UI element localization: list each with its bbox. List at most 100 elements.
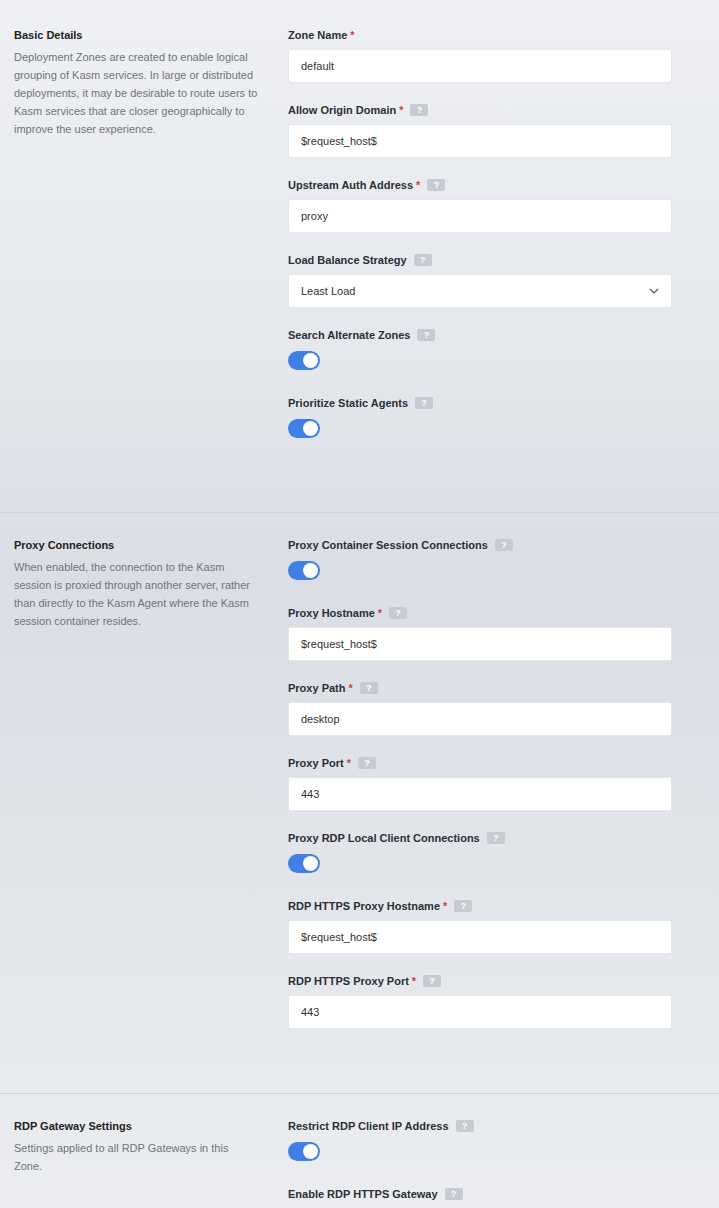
help-badge[interactable]: ? [445, 1188, 463, 1200]
form-field: Proxy RDP Local Client Connections? [288, 831, 672, 873]
help-badge[interactable]: ? [414, 254, 432, 266]
toggle-switch[interactable] [288, 1142, 320, 1161]
field-label: RDP HTTPS Proxy Hostname*? [288, 899, 672, 913]
form-field: Zone Name* [288, 28, 672, 83]
text-input[interactable] [288, 199, 672, 233]
form-field: Search Alternate Zones? [288, 328, 672, 370]
form-field: Upstream Auth Address*? [288, 178, 672, 233]
label-text: Search Alternate Zones [288, 328, 410, 342]
form-field: RDP HTTPS Proxy Port*? [288, 974, 672, 1029]
label-text: Proxy Port [288, 756, 344, 770]
text-input[interactable] [288, 49, 672, 83]
form-field: Load Balance Strategy? Least Load [288, 253, 672, 308]
field-label: Proxy Container Session Connections? [288, 538, 672, 552]
form-field: Enable RDP HTTPS Gateway? [288, 1187, 672, 1208]
section-description: When enabled, the connection to the Kasm… [14, 558, 258, 630]
help-badge[interactable]: ? [417, 329, 435, 341]
help-badge[interactable]: ? [358, 757, 376, 769]
help-badge[interactable]: ? [389, 607, 407, 619]
help-badge[interactable]: ? [415, 397, 433, 409]
toggle-switch[interactable] [288, 419, 320, 438]
form-field: Allow Origin Domain*? [288, 103, 672, 158]
label-text: Proxy Hostname [288, 606, 375, 620]
toggle-knob [303, 1144, 318, 1159]
toggle-switch[interactable] [288, 351, 320, 370]
text-input[interactable] [288, 995, 672, 1029]
toggle-switch[interactable] [288, 561, 320, 580]
toggle-knob [303, 563, 318, 578]
label-text: RDP HTTPS Proxy Hostname [288, 899, 440, 913]
section-intro: RDP Gateway SettingsSettings applied to … [0, 1119, 288, 1208]
label-text: Upstream Auth Address [288, 178, 413, 192]
field-label: Proxy Port*? [288, 756, 672, 770]
toggle-switch[interactable] [288, 854, 320, 873]
section-description: Deployment Zones are created to enable l… [14, 48, 258, 138]
section-fields: Proxy Container Session Connections?Prox… [288, 538, 672, 1049]
toggle-knob [303, 421, 318, 436]
label-text: RDP HTTPS Proxy Port [288, 974, 409, 988]
field-label: Search Alternate Zones? [288, 328, 672, 342]
field-label: Upstream Auth Address*? [288, 178, 672, 192]
help-badge[interactable]: ? [487, 832, 505, 844]
section-title: Proxy Connections [14, 538, 258, 552]
label-text: Proxy Path [288, 681, 345, 695]
section-fields: Zone Name*Allow Origin Domain*?Upstream … [288, 28, 672, 464]
label-text: Zone Name [288, 28, 347, 42]
required-marker: * [348, 681, 352, 695]
form-field: Proxy Hostname*? [288, 606, 672, 661]
text-input[interactable] [288, 124, 672, 158]
help-badge[interactable]: ? [423, 975, 441, 987]
field-label: Proxy RDP Local Client Connections? [288, 831, 672, 845]
help-badge[interactable]: ? [456, 1120, 474, 1132]
field-label: Load Balance Strategy? [288, 253, 672, 267]
text-input[interactable] [288, 777, 672, 811]
text-input[interactable] [288, 920, 672, 954]
form-field: RDP HTTPS Proxy Hostname*? [288, 899, 672, 954]
form-field: Proxy Path*? [288, 681, 672, 736]
label-text: Enable RDP HTTPS Gateway [288, 1187, 438, 1201]
help-badge[interactable]: ? [427, 179, 445, 191]
section-intro: Proxy Connections When enabled, the conne… [0, 538, 288, 1049]
select-dropdown[interactable]: Least Load [288, 274, 672, 308]
form-field: Proxy Container Session Connections? [288, 538, 672, 580]
required-marker: * [378, 606, 382, 620]
field-label: Proxy Hostname*? [288, 606, 672, 620]
required-marker: * [350, 28, 354, 42]
toggle-knob [303, 856, 318, 871]
required-marker: * [443, 899, 447, 913]
help-badge[interactable]: ? [360, 682, 378, 694]
help-badge[interactable]: ? [454, 900, 472, 912]
label-text: Load Balance Strategy [288, 253, 407, 267]
help-badge[interactable]: ? [410, 104, 428, 116]
required-marker: * [412, 974, 416, 988]
field-label: Enable RDP HTTPS Gateway? [288, 1187, 672, 1201]
text-input[interactable] [288, 702, 672, 736]
form-field: Proxy Port*? [288, 756, 672, 811]
label-text: Proxy RDP Local Client Connections [288, 831, 480, 845]
label-text: Proxy Container Session Connections [288, 538, 488, 552]
required-marker: * [347, 756, 351, 770]
chevron-down-icon [649, 288, 659, 294]
text-input[interactable] [288, 627, 672, 661]
field-label: Allow Origin Domain*? [288, 103, 672, 117]
section-title: RDP Gateway Settings [14, 1119, 258, 1133]
zone-settings-page: Basic Details Deployment Zones are create… [0, 0, 719, 1208]
required-marker: * [416, 178, 420, 192]
settings-section: Proxy Connections When enabled, the conne… [0, 513, 719, 1094]
settings-section: Basic Details Deployment Zones are create… [0, 0, 719, 513]
settings-section: RDP Gateway SettingsSettings applied to … [0, 1094, 719, 1208]
toggle-knob [303, 353, 318, 368]
section-title: Basic Details [14, 28, 258, 42]
field-label: Restrict RDP Client IP Address? [288, 1119, 672, 1133]
label-text: Restrict RDP Client IP Address [288, 1119, 449, 1133]
required-marker: * [399, 103, 403, 117]
field-label: RDP HTTPS Proxy Port*? [288, 974, 672, 988]
label-text: Prioritize Static Agents [288, 396, 408, 410]
form-field: Restrict RDP Client IP Address? [288, 1119, 672, 1161]
select-value: Least Load [301, 283, 355, 300]
field-label: Proxy Path*? [288, 681, 672, 695]
section-fields: Restrict RDP Client IP Address?Enable RD… [288, 1119, 672, 1208]
section-intro: Basic Details Deployment Zones are create… [0, 28, 288, 464]
field-label: Zone Name* [288, 28, 672, 42]
help-badge[interactable]: ? [495, 539, 513, 551]
